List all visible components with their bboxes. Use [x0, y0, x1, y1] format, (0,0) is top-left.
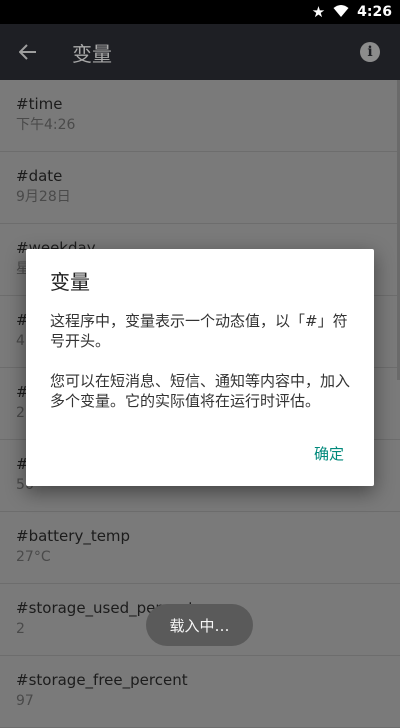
list-item[interactable]: #battery_temp 27°C [0, 512, 400, 584]
variable-value: 下午4:26 [16, 117, 76, 133]
info-button[interactable]: i [356, 38, 384, 66]
star-icon: ★ [311, 2, 326, 21]
variable-name: #storage_free_percent [16, 671, 188, 689]
info-icon: i [360, 42, 380, 62]
dialog-title: 变量 [50, 270, 90, 294]
loading-toast: 载入中… [146, 604, 253, 646]
list-item[interactable]: #storage_free_percent 97 [0, 656, 400, 728]
variable-name: #time [16, 95, 63, 113]
variable-value: 9月28日 [16, 189, 71, 205]
app-toolbar: 变量 i [0, 24, 400, 80]
variable-value: 27°C [16, 549, 51, 565]
variable-name: #date [16, 167, 63, 185]
list-item[interactable]: #time 下午4:26 [0, 80, 400, 152]
dialog-message: 这程序中，变量表示一个动态值，以「#」符号开头。 您可以在短消息、短信、通知等内… [50, 312, 351, 410]
status-time: 4:26 [357, 4, 392, 20]
status-bar: ★ 4:26 [0, 0, 400, 24]
info-dialog: 变量 这程序中，变量表示一个动态值，以「#」符号开头。 您可以在短消息、短信、通… [26, 249, 374, 486]
wifi-icon [333, 4, 349, 21]
ok-button[interactable]: 确定 [314, 439, 344, 468]
variable-name: #battery_temp [16, 527, 131, 545]
arrow-left-icon[interactable] [0, 24, 56, 80]
variable-value: 97 [16, 693, 34, 709]
list-item[interactable]: #date 9月28日 [0, 152, 400, 224]
page-title: 变量 [72, 41, 112, 66]
